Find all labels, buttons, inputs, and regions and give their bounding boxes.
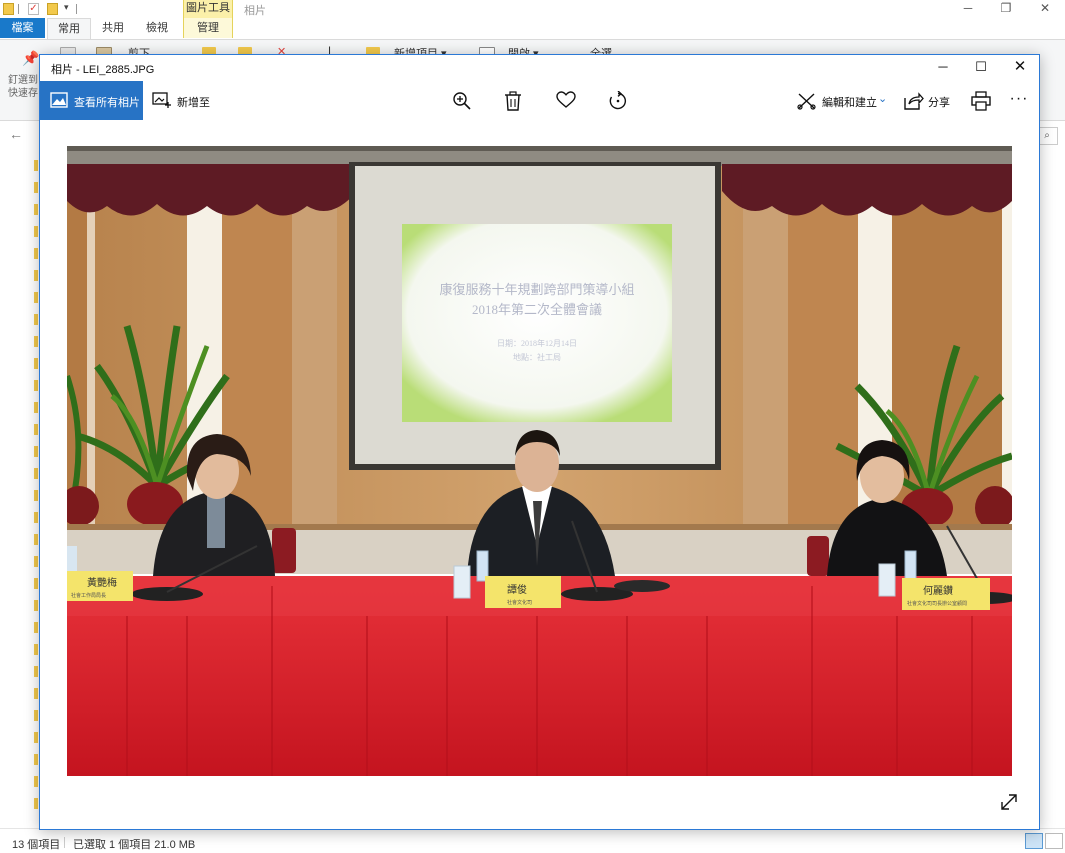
slide-detail-line1: 日期：2018年12月14日: [497, 338, 577, 348]
projected-slide: [402, 224, 672, 422]
photo-image[interactable]: 康復服務十年規劃跨部門策導小組 2018年第二次全體會議 日期：2018年12月…: [67, 146, 1012, 776]
share-icon: [904, 92, 924, 110]
trash-icon: [505, 91, 521, 111]
pin-icon[interactable]: 📌: [22, 50, 39, 67]
details-view-button[interactable]: [1025, 833, 1043, 849]
tab-view[interactable]: 檢視: [136, 18, 178, 38]
close-button[interactable]: ✕: [1001, 55, 1039, 80]
properties-icon[interactable]: ✓: [28, 3, 39, 15]
quick-access-toolbar: ✓ ▾ 圖片工具 相片 ─ ❐ ✕: [0, 0, 1065, 18]
printer-icon: [971, 91, 991, 111]
svg-text:社會文化司: 社會文化司: [507, 599, 532, 606]
item-count: 13 個項目: [12, 839, 61, 851]
svg-text:何麗鑽: 何麗鑽: [923, 584, 953, 597]
meeting-photo: 康復服務十年規劃跨部門策導小組 2018年第二次全體會議 日期：2018年12月…: [67, 146, 1012, 776]
qat-separator: [76, 4, 77, 14]
pin-to-quick-access-label[interactable]: 釘選到快速存: [8, 74, 42, 100]
edit-and-create-button[interactable]: 編輯和建立 ⌄: [792, 81, 892, 120]
add-to-button[interactable]: 新增至: [148, 81, 238, 120]
more-options-button[interactable]: ···: [1005, 87, 1033, 115]
gallery-icon: [50, 92, 68, 108]
left-curtain: [67, 164, 357, 216]
svg-text:黃艷梅: 黃艷梅: [87, 576, 117, 589]
slide-title-line2: 2018年第二次全體會議: [472, 302, 602, 317]
nameplate-left: 黃艷梅 社會工作局局長: [67, 571, 133, 601]
add-to-label: 新增至: [177, 97, 210, 109]
full-screen-button[interactable]: [997, 790, 1021, 814]
chevron-down-icon: ⌄: [878, 93, 888, 105]
maximize-button[interactable]: ☐: [962, 55, 1000, 80]
add-to-album-icon: [152, 92, 171, 108]
nameplate-center: 譚俊 社會文化司: [485, 576, 561, 608]
title-bar[interactable]: 相片 - LEI_2885.JPG ─ ☐ ✕: [40, 55, 1039, 80]
qat-separator: [18, 4, 19, 14]
large-icons-view-button[interactable]: [1045, 833, 1063, 849]
selected-info: 已選取 1 個項目 21.0 MB: [73, 839, 196, 851]
svg-text:社會文化司司長辦公室顧問: 社會文化司司長辦公室顧問: [907, 600, 967, 607]
slide-detail-line2: 地點：社工局: [513, 352, 561, 362]
see-all-photos-button[interactable]: 查看所有相片: [40, 81, 143, 120]
window-title: 相片 - LEI_2885.JPG: [51, 64, 155, 76]
chair-left: [272, 528, 296, 573]
navigation-pane[interactable]: [34, 160, 38, 810]
print-button[interactable]: [965, 85, 997, 117]
close-button[interactable]: ✕: [1027, 0, 1063, 18]
slide-title-line1: 康復服務十年規劃跨部門策導小組: [439, 282, 634, 297]
zoom-button[interactable]: [445, 85, 477, 117]
see-all-photos-label: 查看所有相片: [74, 97, 140, 109]
tab-home[interactable]: 常用: [47, 18, 91, 39]
tab-share[interactable]: 共用: [92, 18, 134, 38]
tab-file[interactable]: 檔案: [0, 18, 45, 38]
folder-icon[interactable]: [3, 3, 14, 15]
share-label: 分享: [928, 97, 950, 109]
ceiling-trim: [67, 146, 1012, 151]
chair-right: [807, 536, 829, 576]
expand-icon: [1001, 794, 1017, 810]
photo-toolbar: 查看所有相片 新增至 編輯和建立 ⌄ 分享 ···: [40, 81, 1039, 120]
delete-button[interactable]: [497, 85, 529, 117]
edit-and-create-label: 編輯和建立: [822, 97, 877, 109]
explorer-window-title: 相片: [244, 5, 266, 17]
zoom-in-icon: [453, 92, 471, 110]
edit-icon: [797, 93, 816, 110]
share-button[interactable]: 分享: [898, 81, 954, 120]
svg-text:社會工作局局長: 社會工作局局長: [71, 592, 106, 599]
rotate-icon: [609, 91, 627, 110]
status-bar: 13 個項目 已選取 1 個項目 21.0 MB: [0, 828, 1065, 853]
heart-icon: [556, 91, 576, 108]
ribbon-tabs: 檔案 常用 共用 檢視 管理 ∧ ?: [0, 18, 1065, 53]
picture-tools-label: 圖片工具: [183, 0, 233, 18]
tab-manage[interactable]: 管理: [183, 18, 233, 38]
right-curtain: [722, 164, 1012, 216]
minimize-button[interactable]: ─: [924, 55, 962, 80]
favorite-button[interactable]: [549, 85, 581, 117]
back-arrow-icon[interactable]: ←: [9, 126, 23, 142]
svg-text:譚俊: 譚俊: [507, 583, 527, 596]
minimize-button[interactable]: ─: [950, 0, 986, 18]
rotate-button[interactable]: [601, 85, 633, 117]
qat-dropdown-button[interactable]: ▾: [64, 2, 69, 13]
nameplate-right: 何麗鑽 社會文化司司長辦公室顧問: [902, 578, 990, 610]
new-folder-icon[interactable]: [47, 3, 58, 15]
restore-button[interactable]: ❐: [988, 0, 1024, 18]
status-separator: [64, 837, 65, 848]
photos-app-window: 相片 - LEI_2885.JPG ─ ☐ ✕ 查看所有相片 新增至 編輯和建立…: [39, 54, 1040, 830]
